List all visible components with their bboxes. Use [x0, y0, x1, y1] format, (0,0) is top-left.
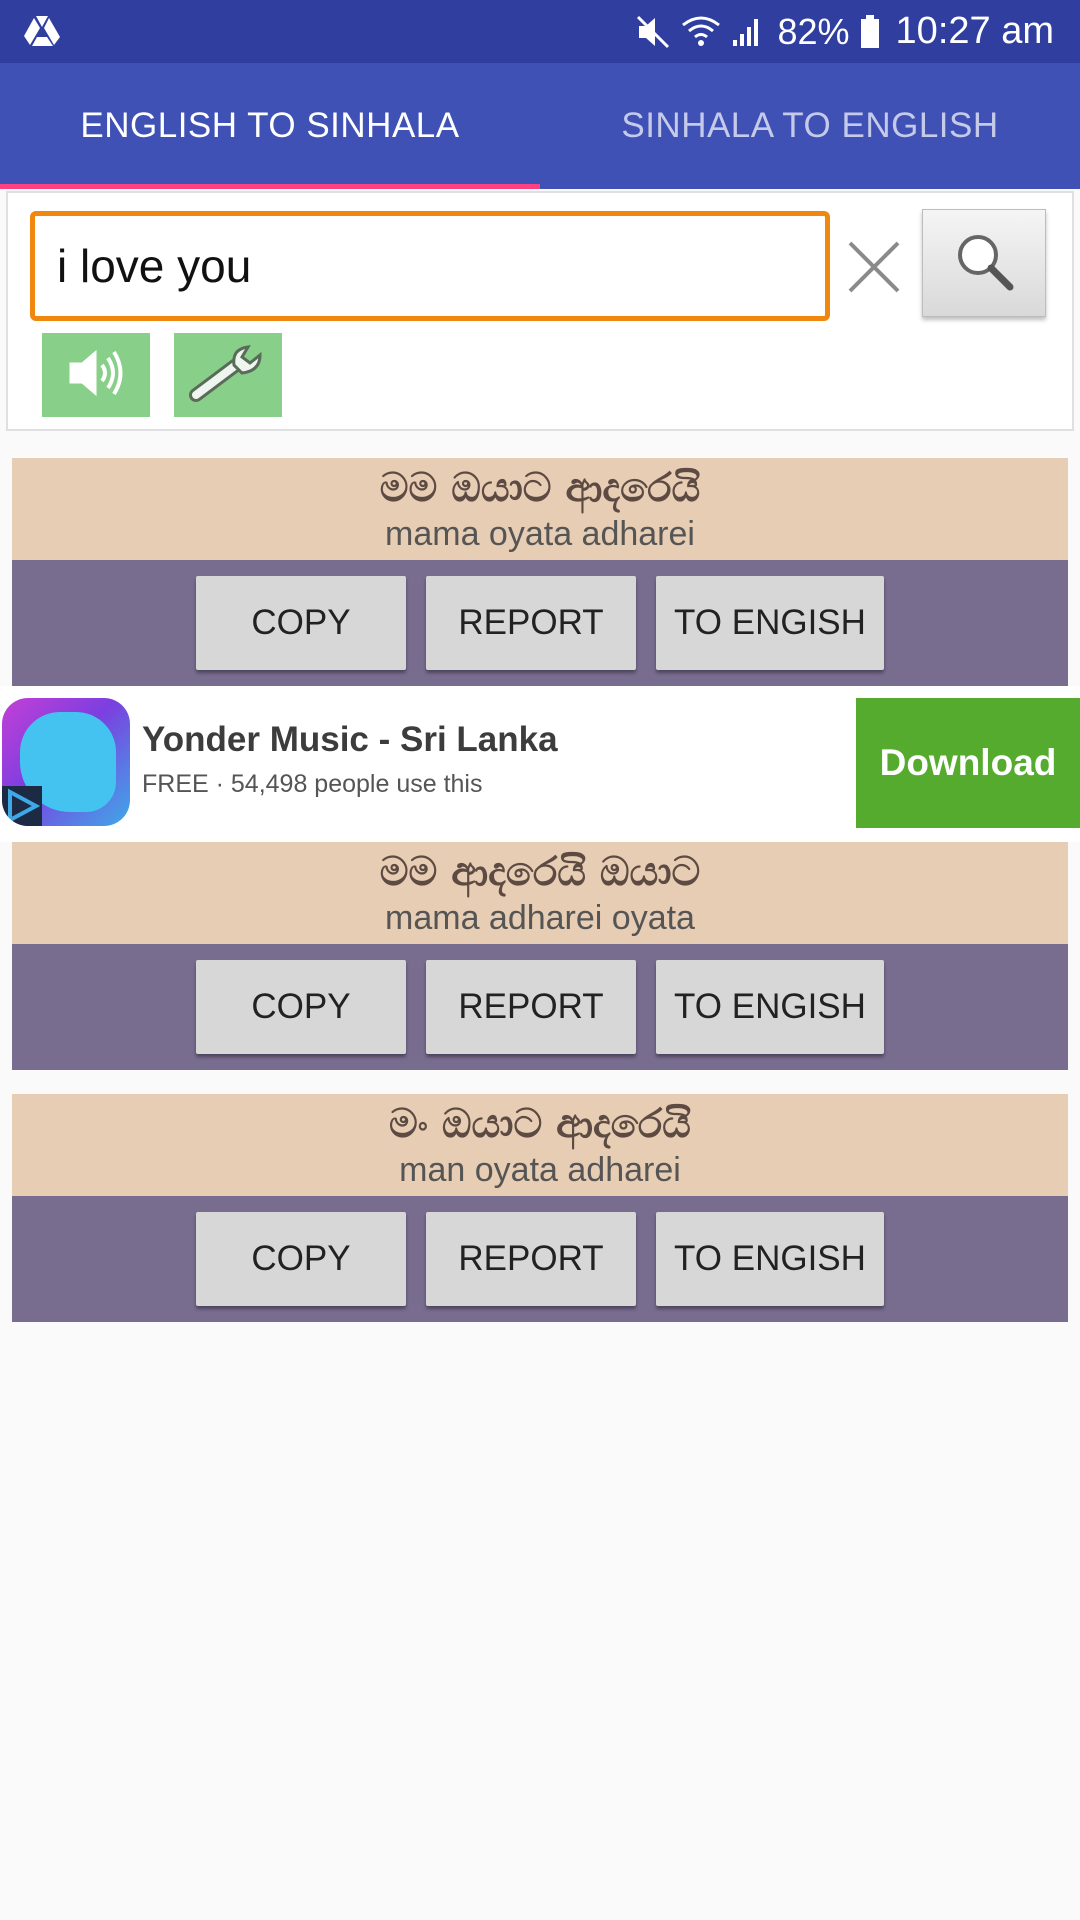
- to-english-button[interactable]: TO ENGISH: [656, 576, 884, 670]
- result-actions: COPY REPORT TO ENGISH: [12, 560, 1068, 686]
- to-english-button[interactable]: TO ENGISH: [656, 1212, 884, 1306]
- result-text-area: මං ඔයාට ආදරෙයි man oyata adharei: [12, 1094, 1068, 1196]
- input-panel: [6, 191, 1074, 431]
- copy-button[interactable]: COPY: [196, 576, 406, 670]
- app-icon: [2, 698, 130, 826]
- battery-percent: 82%: [777, 10, 850, 52]
- ad-title: Yonder Music - Sri Lanka: [142, 720, 558, 759]
- result-text-area: මම ඔයාට ආදරෙයි mama oyata adharei: [12, 458, 1068, 560]
- romanized-translation: mama adharei oyata: [385, 899, 695, 937]
- result-card: මම ආදරෙයි ඔයාට mama adharei oyata COPY R…: [12, 842, 1068, 1070]
- download-button[interactable]: Download: [856, 698, 1080, 828]
- speak-button[interactable]: [42, 333, 150, 417]
- result-actions: COPY REPORT TO ENGISH: [12, 1196, 1068, 1322]
- clear-icon[interactable]: [844, 237, 904, 297]
- sinhala-translation: මං ඔයාට ආදරෙයි: [389, 1101, 691, 1147]
- report-button[interactable]: REPORT: [426, 576, 636, 670]
- copy-button[interactable]: COPY: [196, 960, 406, 1054]
- result-card: මම ඔයාට ආදරෙයි mama oyata adharei COPY R…: [12, 458, 1068, 686]
- tab-bar: ENGLISH TO SINHALA SINHALA TO ENGLISH: [0, 63, 1080, 189]
- wrench-icon: [186, 341, 270, 410]
- result-text-area: මම ආදරෙයි ඔයාට mama adharei oyata: [12, 842, 1068, 944]
- mute-icon: [635, 14, 671, 50]
- sinhala-translation: මම ඔයාට ආදරෙයි: [379, 465, 701, 511]
- report-button[interactable]: REPORT: [426, 1212, 636, 1306]
- romanized-translation: man oyata adharei: [399, 1151, 681, 1189]
- tab-english-to-sinhala[interactable]: ENGLISH TO SINHALA: [0, 63, 540, 189]
- battery-icon: [860, 14, 880, 49]
- clock: 10:27 am: [895, 10, 1054, 52]
- ad-subtitle: FREE · 54,498 people use this: [142, 770, 483, 798]
- result-card: මං ඔයාට ආදරෙයි man oyata adharei COPY RE…: [12, 1094, 1068, 1322]
- adchoices-icon[interactable]: [2, 786, 42, 826]
- settings-button[interactable]: [174, 333, 282, 417]
- search-input[interactable]: [30, 211, 830, 321]
- search-icon: [952, 229, 1016, 298]
- drive-icon: [22, 14, 62, 48]
- copy-button[interactable]: COPY: [196, 1212, 406, 1306]
- sinhala-translation: මම ආදරෙයි ඔයාට: [379, 849, 701, 895]
- result-actions: COPY REPORT TO ENGISH: [12, 944, 1068, 1070]
- to-english-button[interactable]: TO ENGISH: [656, 960, 884, 1054]
- status-bar: 82% 10:27 am: [0, 0, 1080, 63]
- speaker-icon: [64, 343, 128, 408]
- romanized-translation: mama oyata adharei: [385, 515, 695, 553]
- search-button[interactable]: [922, 209, 1046, 317]
- wifi-icon: [681, 15, 721, 49]
- signal-icon: [731, 16, 763, 48]
- tab-sinhala-to-english[interactable]: SINHALA TO ENGLISH: [540, 63, 1080, 189]
- report-button[interactable]: REPORT: [426, 960, 636, 1054]
- ad-banner[interactable]: Yonder Music - Sri Lanka FREE · 54,498 p…: [0, 686, 1080, 842]
